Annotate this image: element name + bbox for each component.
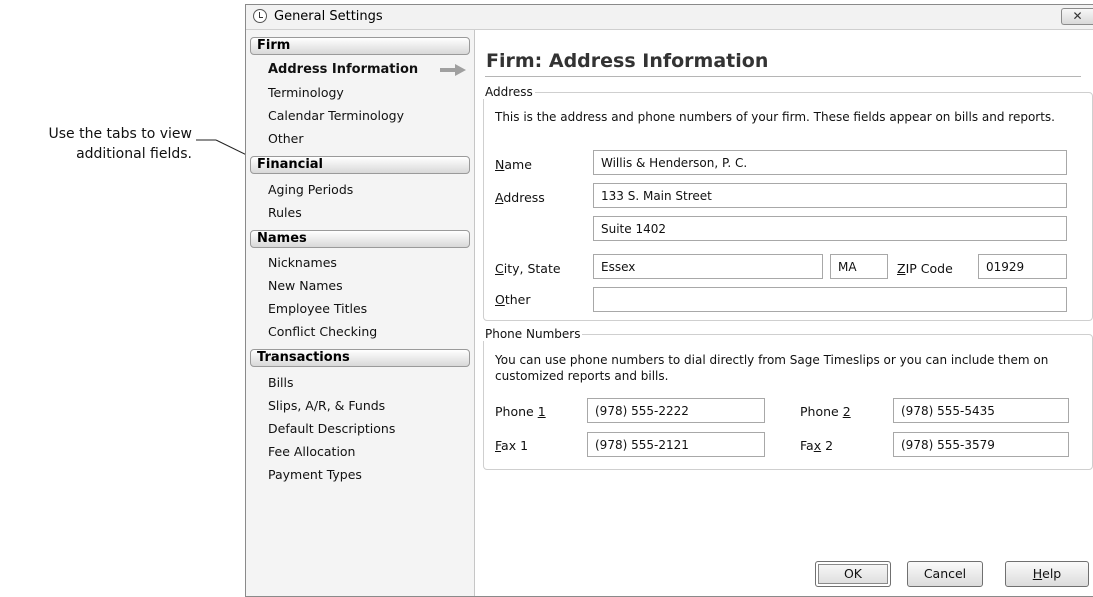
general-settings-window: General Settings ✕ Firm Address Informat… xyxy=(245,4,1093,597)
sidebar-group-financial[interactable]: Financial xyxy=(250,156,470,174)
cancel-button[interactable]: Cancel xyxy=(907,561,983,587)
fax-1-field[interactable] xyxy=(587,432,765,457)
callout-line-1: Use the tabs to view xyxy=(48,126,192,142)
sidebar-item-aging-periods[interactable]: Aging Periods xyxy=(268,182,353,198)
sidebar-group-names[interactable]: Names xyxy=(250,230,470,248)
callout-annotation: Use the tabs to view additional fields. xyxy=(0,124,192,164)
callout-line-2: additional fields. xyxy=(76,146,192,162)
sidebar-item-other[interactable]: Other xyxy=(268,131,304,147)
page-title: Firm: Address Information xyxy=(486,50,769,72)
main-content: Firm: Address Information Address This i… xyxy=(483,30,1093,596)
sidebar-item-payment-types[interactable]: Payment Types xyxy=(268,467,362,483)
sidebar-item-bills[interactable]: Bills xyxy=(268,375,294,391)
sidebar-item-conflict-checking[interactable]: Conflict Checking xyxy=(268,324,377,340)
sidebar-item-slips-ar-funds[interactable]: Slips, A/R, & Funds xyxy=(268,398,385,414)
sidebar-group-firm[interactable]: Firm xyxy=(250,37,470,55)
zip-code-label: ZIP Code xyxy=(897,261,953,276)
sidebar-group-transactions[interactable]: Transactions xyxy=(250,349,470,367)
title-divider xyxy=(485,76,1081,77)
window-title: General Settings xyxy=(274,9,383,24)
sidebar-item-calendar-terminology[interactable]: Calendar Terminology xyxy=(268,108,404,124)
close-button[interactable]: ✕ xyxy=(1061,8,1093,25)
state-field[interactable] xyxy=(830,254,888,279)
address-description: This is the address and phone numbers of… xyxy=(495,110,1055,124)
phone-1-field[interactable] xyxy=(587,398,765,423)
name-field[interactable] xyxy=(593,150,1067,175)
help-button[interactable]: Help xyxy=(1005,561,1089,587)
fax-2-label: Fax 2 xyxy=(800,438,834,453)
phone-2-field[interactable] xyxy=(893,398,1069,423)
other-label: Other xyxy=(495,292,531,307)
phone-1-label: Phone 1 xyxy=(495,404,546,419)
address-line1-field[interactable] xyxy=(593,183,1067,208)
other-field[interactable] xyxy=(593,287,1067,312)
ok-button[interactable]: OK xyxy=(815,561,891,587)
sidebar-item-default-descriptions[interactable]: Default Descriptions xyxy=(268,421,395,437)
sidebar-item-nicknames[interactable]: Nicknames xyxy=(268,255,337,271)
sidebar: Firm Address Information Terminology Cal… xyxy=(246,30,475,596)
fax-1-label: Fax 1 xyxy=(495,438,529,453)
phone-description: You can use phone numbers to dial direct… xyxy=(495,353,1049,383)
arrow-right-icon xyxy=(440,64,466,76)
phone-2-label: Phone 2 xyxy=(800,404,851,419)
sidebar-item-employee-titles[interactable]: Employee Titles xyxy=(268,301,367,317)
fax-2-field[interactable] xyxy=(893,432,1069,457)
phone-numbers-legend: Phone Numbers xyxy=(485,327,581,341)
zip-code-field[interactable] xyxy=(978,254,1067,279)
sidebar-item-fee-allocation[interactable]: Fee Allocation xyxy=(268,444,355,460)
city-state-label: City, State xyxy=(495,261,561,276)
clock-icon xyxy=(253,9,267,23)
title-bar: General Settings ✕ xyxy=(246,5,1093,30)
sidebar-item-address-information[interactable]: Address Information xyxy=(268,62,418,78)
address-line2-field[interactable] xyxy=(593,216,1067,241)
sidebar-item-rules[interactable]: Rules xyxy=(268,205,302,221)
sidebar-item-new-names[interactable]: New Names xyxy=(268,278,343,294)
name-label: Name xyxy=(495,157,532,172)
address-label: Address xyxy=(495,190,545,205)
address-legend: Address xyxy=(485,85,533,99)
sidebar-item-terminology[interactable]: Terminology xyxy=(268,85,344,101)
city-field[interactable] xyxy=(593,254,823,279)
